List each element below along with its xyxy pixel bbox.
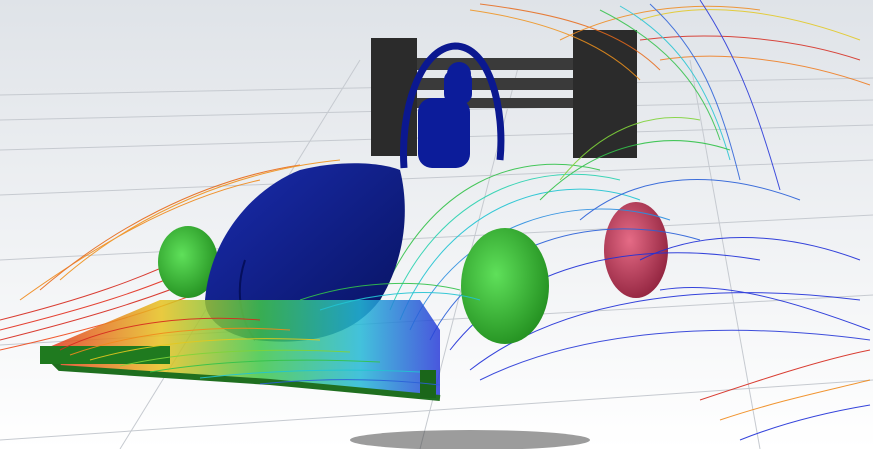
cfd-render-viewport xyxy=(0,0,873,449)
cfd-scene xyxy=(0,0,873,449)
front-tyre-right-icon xyxy=(461,228,549,344)
